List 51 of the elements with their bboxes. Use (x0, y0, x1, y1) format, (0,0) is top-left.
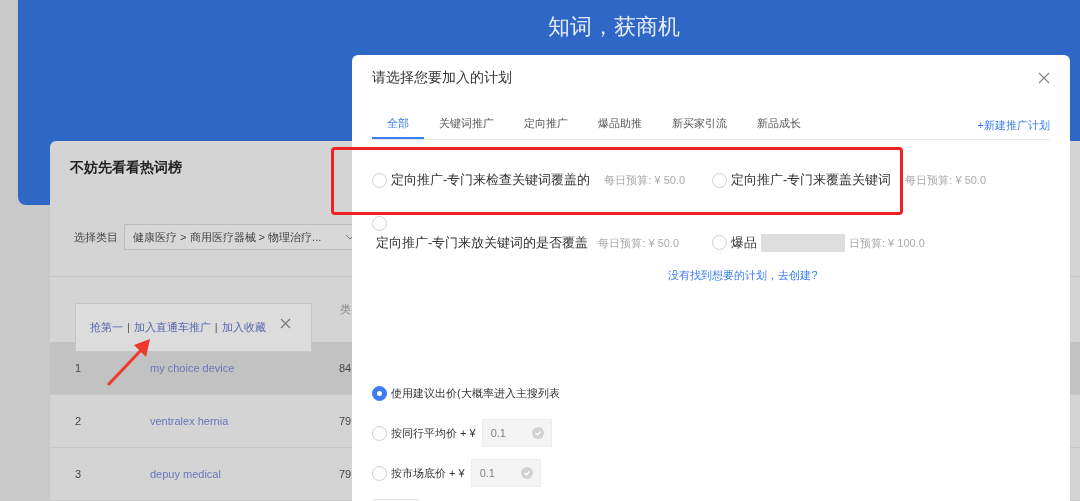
radio-button[interactable] (372, 465, 387, 481)
plan-name: 爆品 (731, 234, 757, 252)
table-cell-text: 84 (339, 361, 352, 376)
check-circle-icon (531, 427, 544, 439)
tooltip-link[interactable]: 加入直通车推广 (133, 319, 211, 336)
bid-option-label: 使用建议出价(大概率进入主搜列表 (391, 385, 560, 401)
tab[interactable]: 爆品助推 (583, 109, 657, 139)
check-circle-icon (520, 467, 533, 479)
separator: | (214, 320, 218, 336)
radio-button[interactable] (372, 385, 387, 401)
category-label: 选择类目 (74, 229, 118, 245)
budget-text: 每日预算: ¥ 50.0 (604, 172, 686, 188)
keyword-link[interactable]: my choice device (150, 360, 339, 377)
tab[interactable]: 新买家引流 (657, 109, 742, 139)
plan-name: 定向推广-专门来检查关键词覆盖的 (391, 171, 591, 190)
radio-button[interactable] (372, 172, 387, 188)
rank-cell-text: 2 (74, 413, 83, 429)
tab[interactable]: 定向推广 (509, 109, 583, 139)
budget-text: 日预算: ¥ 100.0 (849, 235, 925, 251)
radio-button[interactable] (372, 216, 387, 231)
section-title: 不妨先看看热词榜 (70, 158, 182, 177)
bid-option-label: 按同行平均价 + ¥ (391, 425, 476, 441)
radio-button[interactable] (712, 235, 727, 251)
dialog-title: 请选择您要加入的计划 (372, 68, 512, 87)
rank-cell-text: 1 (74, 361, 83, 376)
rank-cell-text: 3 (74, 466, 83, 482)
tab[interactable]: 关键词推广 (424, 109, 509, 139)
tab[interactable]: 全部 (372, 109, 424, 139)
radio-button[interactable] (712, 172, 727, 188)
tooltip-link[interactable]: 加入收藏 (221, 319, 266, 336)
new-plan-link[interactable]: +新建推广计划 (977, 116, 1050, 133)
plan-name: 定向推广-专门来放关键词的是否覆盖 (376, 234, 589, 252)
banner-title: 知词，获商机 (548, 13, 680, 41)
create-plan-link[interactable]: 没有找到想要的计划，去创建? (668, 266, 818, 283)
budget-text: 每日预算: ¥ 50.0 (905, 172, 987, 188)
column-header: 类 (340, 302, 351, 318)
tab[interactable]: 新品成长 (742, 109, 816, 139)
close-icon[interactable] (1038, 71, 1050, 84)
bid-input[interactable]: 0.1 (481, 419, 552, 447)
radio-button[interactable] (372, 425, 387, 441)
plan-name: 定向推广-专门来覆盖关键词 (731, 171, 892, 190)
budget-text: 每日预算: ¥ 50.0 (598, 235, 680, 251)
tooltip-link[interactable]: 抢第一 (90, 319, 123, 336)
separator: | (127, 320, 130, 336)
bid-input[interactable]: 0.1 (470, 459, 541, 487)
table-cell-text: 79 (339, 466, 352, 482)
keyword-link[interactable]: ventralex hernia (150, 412, 339, 430)
close-icon[interactable] (279, 318, 291, 329)
keyword-link[interactable]: depuy medical (150, 465, 339, 483)
table-cell-text: 79 (339, 413, 352, 429)
bid-option-label: 按市场底价 + ¥ (391, 465, 465, 481)
